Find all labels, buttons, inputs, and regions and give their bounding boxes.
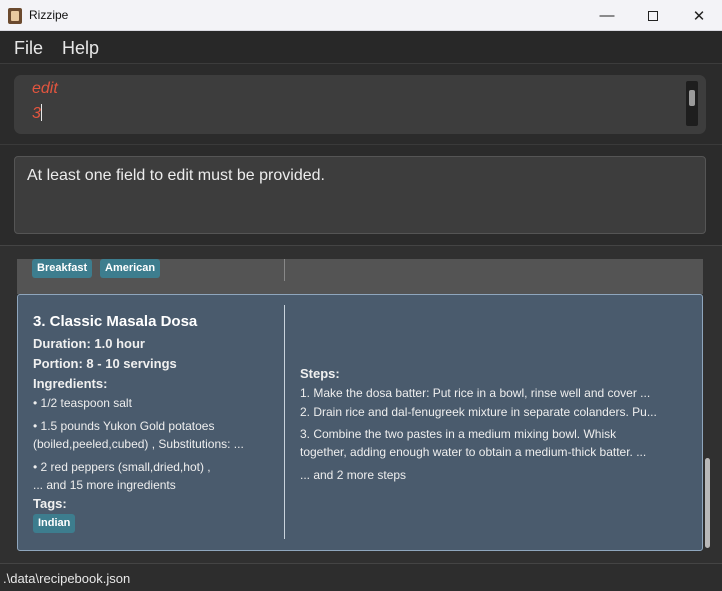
command-scrollbar-thumb[interactable] (689, 90, 695, 106)
tag-breakfast: Breakfast (32, 259, 93, 278)
recipe-card-previous[interactable]: Breakfast American (17, 259, 703, 294)
card-divider (284, 259, 285, 281)
ingredients-label: Ingredients: (33, 376, 108, 391)
recipe-title: 3. Classic Masala Dosa (33, 313, 198, 330)
tag-american: American (100, 259, 161, 278)
command-text-line-1: edit (32, 80, 58, 97)
menu-file[interactable]: File (14, 38, 43, 59)
tags-label: Tags: (33, 496, 67, 511)
menu-bar: File Help (0, 31, 722, 64)
list-scrollbar-thumb[interactable] (705, 458, 710, 548)
step-item: 2. Drain rice and dal-fenugreek mixture … (300, 405, 657, 419)
command-scrollbar[interactable] (686, 81, 698, 126)
recipe-duration: Duration: 1.0 hour (33, 336, 145, 351)
command-text-line-2: 3 (32, 104, 42, 122)
data-file-path: .\data\recipebook.json (3, 571, 131, 586)
recipe-portion: Portion: 8 - 10 servings (33, 356, 177, 371)
ingredient-item: • 1.5 pounds Yukon Gold potatoes (33, 419, 215, 433)
result-display: At least one field to edit must be provi… (14, 156, 706, 234)
command-input[interactable]: edit 3 (14, 75, 706, 134)
ingredient-item: • 2 red peppers (small,dried,hot) , (33, 460, 211, 474)
recipe-list[interactable]: Breakfast American 3. Classic Masala Dos… (0, 245, 722, 563)
steps-label: Steps: (300, 366, 340, 381)
status-bar: .\data\recipebook.json (0, 563, 722, 591)
steps-more: ... and 2 more steps (300, 468, 407, 482)
minimize-button[interactable]: — (584, 0, 630, 31)
recipe-card[interactable]: 3. Classic Masala Dosa Duration: 1.0 hou… (17, 294, 703, 551)
ingredients-more: ... and 15 more ingredients (33, 478, 176, 492)
result-message: At least one field to edit must be provi… (27, 167, 325, 184)
card-divider (284, 305, 285, 539)
tag-indian: Indian (33, 514, 76, 533)
window-title: Rizzipe (29, 8, 69, 22)
text-caret (40, 104, 42, 121)
ingredient-item: • 1/2 teaspoon salt (33, 396, 132, 410)
step-item-continued: together, adding enough water to obtain … (300, 445, 647, 459)
app-icon (8, 8, 22, 24)
title-bar: Rizzipe — ✕ (0, 0, 722, 31)
maximize-button[interactable] (630, 0, 676, 31)
maximize-icon (648, 10, 658, 21)
close-button[interactable]: ✕ (676, 0, 722, 31)
menu-help[interactable]: Help (62, 38, 99, 59)
step-item: 3. Combine the two pastes in a medium mi… (300, 427, 617, 441)
ingredient-item-continued: (boiled,peeled,cubed) , Substitutions: .… (33, 437, 244, 451)
command-box-container: edit 3 (0, 65, 722, 145)
step-item: 1. Make the dosa batter: Put rice in a b… (300, 386, 651, 400)
